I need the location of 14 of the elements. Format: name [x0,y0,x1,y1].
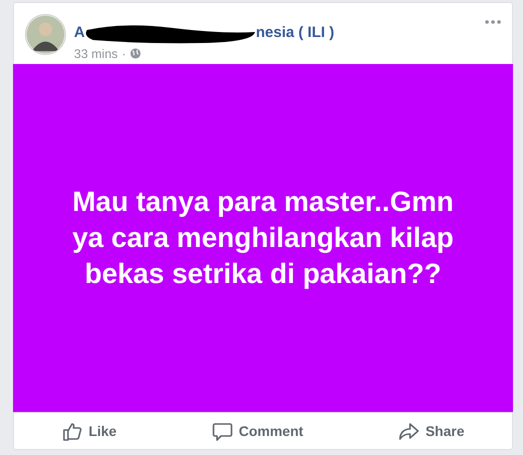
speech-bubble-icon [212,421,233,442]
thumbs-up-icon [62,421,83,442]
globe-icon [130,48,141,60]
like-button[interactable]: Like [54,417,125,446]
comment-button[interactable]: Comment [204,417,312,446]
separator: · [122,46,126,62]
more-options-icon[interactable] [485,20,501,24]
post-time[interactable]: 33 mins [74,44,118,64]
avatar[interactable] [25,14,66,55]
author-name[interactable]: A [74,22,85,44]
share-button[interactable]: Share [390,417,472,446]
post-text: Mau tanya para master..Gmn ya cara menghilangkan kilap bekas setrika di pakaian?? [71,185,455,291]
share-arrow-icon [398,421,420,442]
author-name[interactable]: nesia ( ILI ) [256,22,334,44]
